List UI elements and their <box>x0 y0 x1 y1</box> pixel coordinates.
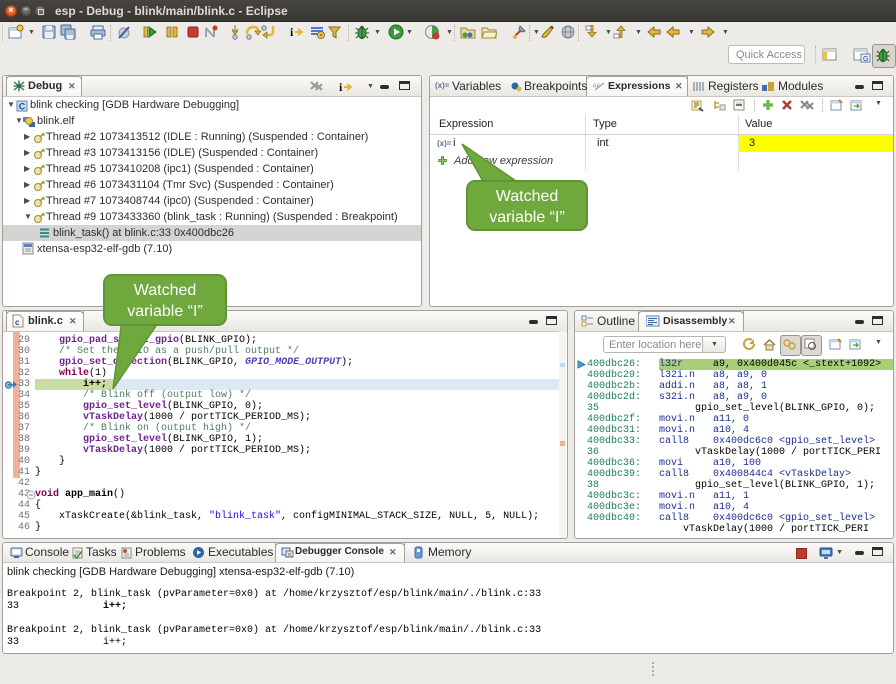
svg-text:variable “I”: variable “I” <box>127 303 203 320</box>
svg-text:Watched: Watched <box>496 188 559 205</box>
svg-text:variable “I”: variable “I” <box>489 209 565 226</box>
svg-text:Watched: Watched <box>134 282 197 299</box>
